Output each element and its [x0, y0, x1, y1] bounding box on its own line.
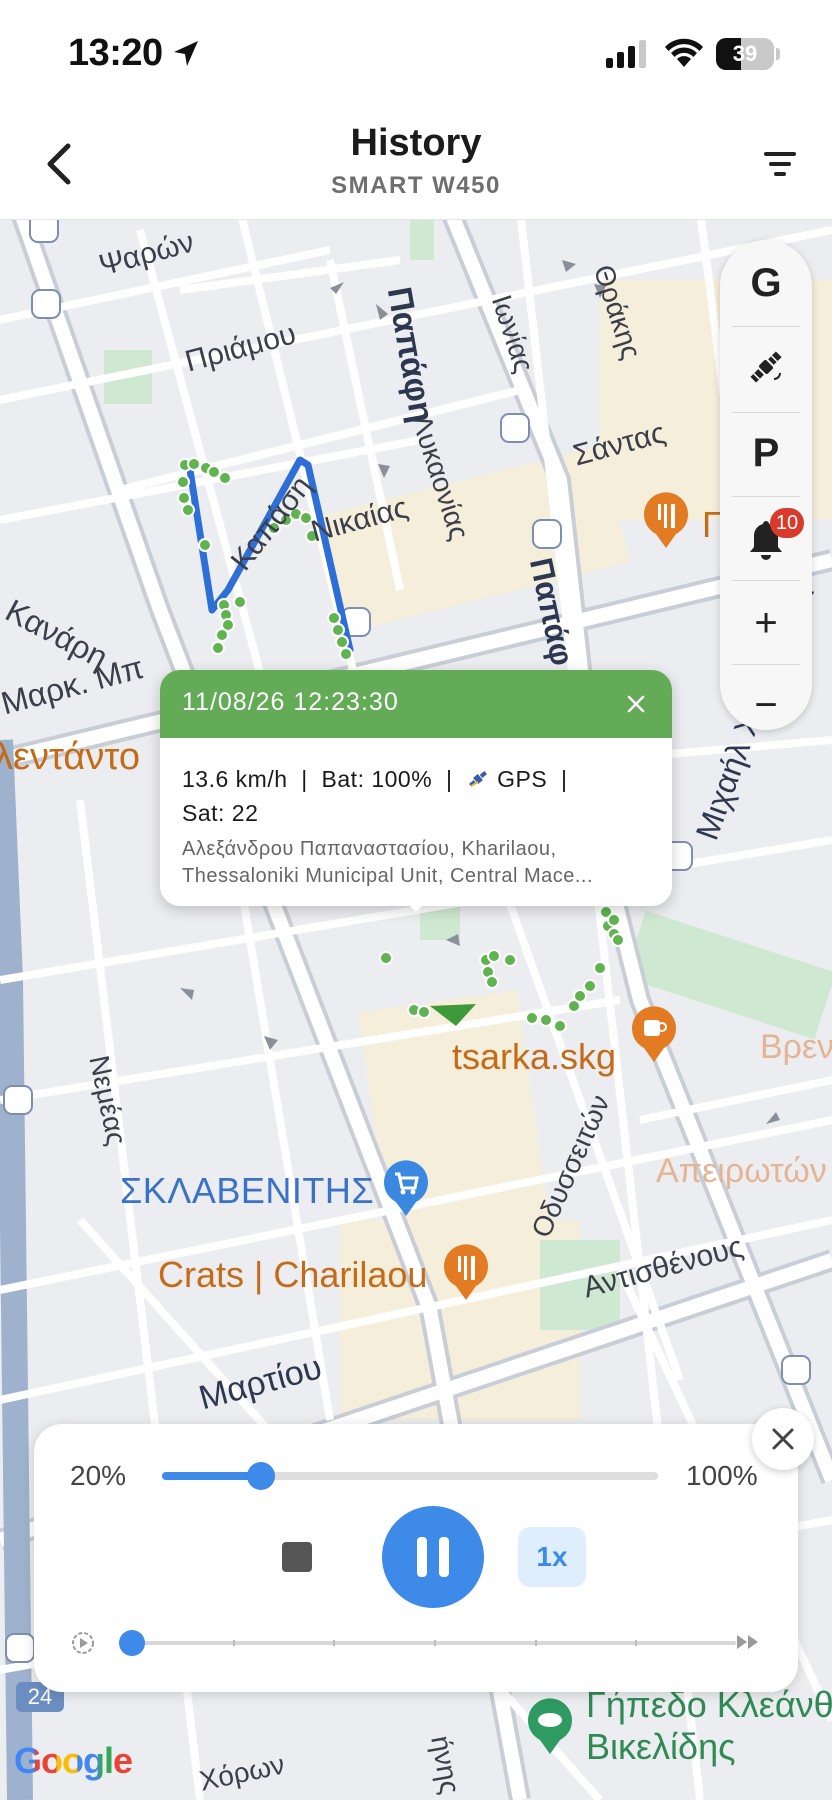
location-arrow-icon	[174, 41, 198, 66]
stadium-icon[interactable]	[526, 1698, 574, 1756]
satellite-icon	[750, 351, 782, 383]
zoom-out-button[interactable]: −	[720, 664, 812, 746]
timeline-tick	[333, 1640, 336, 1646]
replay-icon[interactable]	[70, 1630, 96, 1656]
timeline-tick	[534, 1640, 537, 1646]
coffee-icon[interactable]	[630, 1006, 678, 1064]
popup-separator: |	[301, 766, 308, 792]
cart-icon[interactable]	[382, 1160, 430, 1218]
alerts-count-badge: 10	[770, 508, 804, 538]
pause-icon	[417, 1537, 427, 1577]
speed-button[interactable]: 1x	[518, 1527, 586, 1587]
popup-datetime: 11/08/26 12:23:30	[182, 688, 399, 716]
street-label: Βρεν	[760, 1028, 832, 1066]
minus-icon: −	[754, 682, 778, 727]
device-name: SMART W450	[331, 172, 501, 199]
popup-separator: |	[560, 766, 568, 792]
range-min-label: 20%	[70, 1460, 127, 1491]
plus-icon: +	[754, 600, 778, 645]
google-attribution: Google	[14, 1740, 133, 1782]
cellular-signal-icon	[606, 40, 646, 68]
status-time: 13:20	[68, 32, 163, 74]
zoom-in-button[interactable]: +	[720, 582, 812, 664]
wifi-icon	[665, 38, 703, 67]
poi-label: Γ	[702, 504, 722, 545]
street-label: λεντάντο	[0, 736, 140, 778]
restaurant-icon[interactable]	[442, 1244, 490, 1302]
google-layer-label: G	[750, 260, 782, 305]
parking-label: P	[752, 430, 780, 475]
range-slider[interactable]	[162, 1462, 658, 1490]
google-layer-button[interactable]: G	[720, 242, 812, 324]
timeline-tick	[232, 1640, 235, 1646]
timeline-tick	[434, 1640, 436, 1646]
map-controls: G P 10 + −	[720, 240, 812, 730]
filter-icon[interactable]	[760, 144, 800, 184]
playback-panel: 20% 100% 1x	[34, 1424, 798, 1692]
popup-satellites: Sat: 22	[182, 800, 259, 826]
close-icon	[772, 1428, 794, 1450]
poi-label: ΣΚΛΑΒΕΝΙΤΗΣ	[120, 1170, 375, 1211]
street-label: Απειρωτών	[656, 1152, 827, 1190]
popup-header: 11/08/26 12:23:30	[160, 670, 672, 738]
battery-icon: 39	[716, 38, 774, 70]
status-bar: 13:20 39	[0, 0, 832, 110]
popup-gps: GPS	[497, 766, 548, 792]
close-playback-button[interactable]	[752, 1408, 814, 1470]
poi-label: tsarka.skg	[452, 1036, 617, 1077]
battery-level: 39	[732, 41, 758, 66]
poi-label: Βικελίδης	[586, 1726, 736, 1767]
satellite-icon	[469, 771, 488, 787]
battery-tip	[776, 48, 780, 60]
alerts-button[interactable]: 10	[720, 498, 812, 580]
location-popup: 11/08/26 12:23:30 13.6 km/h | Bat: 100% …	[160, 670, 672, 912]
popup-pointer	[402, 898, 430, 912]
pause-button[interactable]	[382, 1506, 484, 1608]
fast-forward-icon[interactable]	[734, 1630, 762, 1654]
satellite-button[interactable]	[720, 326, 812, 408]
timeline-tick	[635, 1640, 638, 1646]
timeline-thumb[interactable]	[119, 1630, 145, 1656]
parking-button[interactable]: P	[720, 412, 812, 494]
popup-address: Αλεξάνδρου Παπαναστασίου, Kharilaou, The…	[182, 838, 594, 887]
popup-details: 13.6 km/h | Bat: 100% | GPS | Sat: 22	[182, 762, 652, 830]
google-logo-text: Google	[14, 1740, 133, 1781]
restaurant-icon[interactable]	[642, 492, 690, 550]
range-slider-thumb[interactable]	[247, 1462, 276, 1490]
popup-battery: Bat: 100%	[321, 766, 433, 792]
header: History SMART W450	[0, 110, 832, 220]
timeline-slider[interactable]	[119, 1630, 736, 1656]
popup-speed: 13.6 km/h	[182, 766, 288, 792]
poi-label: Crats | Charilaou	[158, 1254, 428, 1295]
pause-icon	[439, 1537, 449, 1577]
close-icon[interactable]	[622, 690, 650, 718]
stop-button[interactable]	[282, 1542, 312, 1572]
page-title: History	[350, 122, 482, 164]
popup-separator: |	[445, 766, 453, 792]
range-max-label: 100%	[686, 1460, 758, 1491]
